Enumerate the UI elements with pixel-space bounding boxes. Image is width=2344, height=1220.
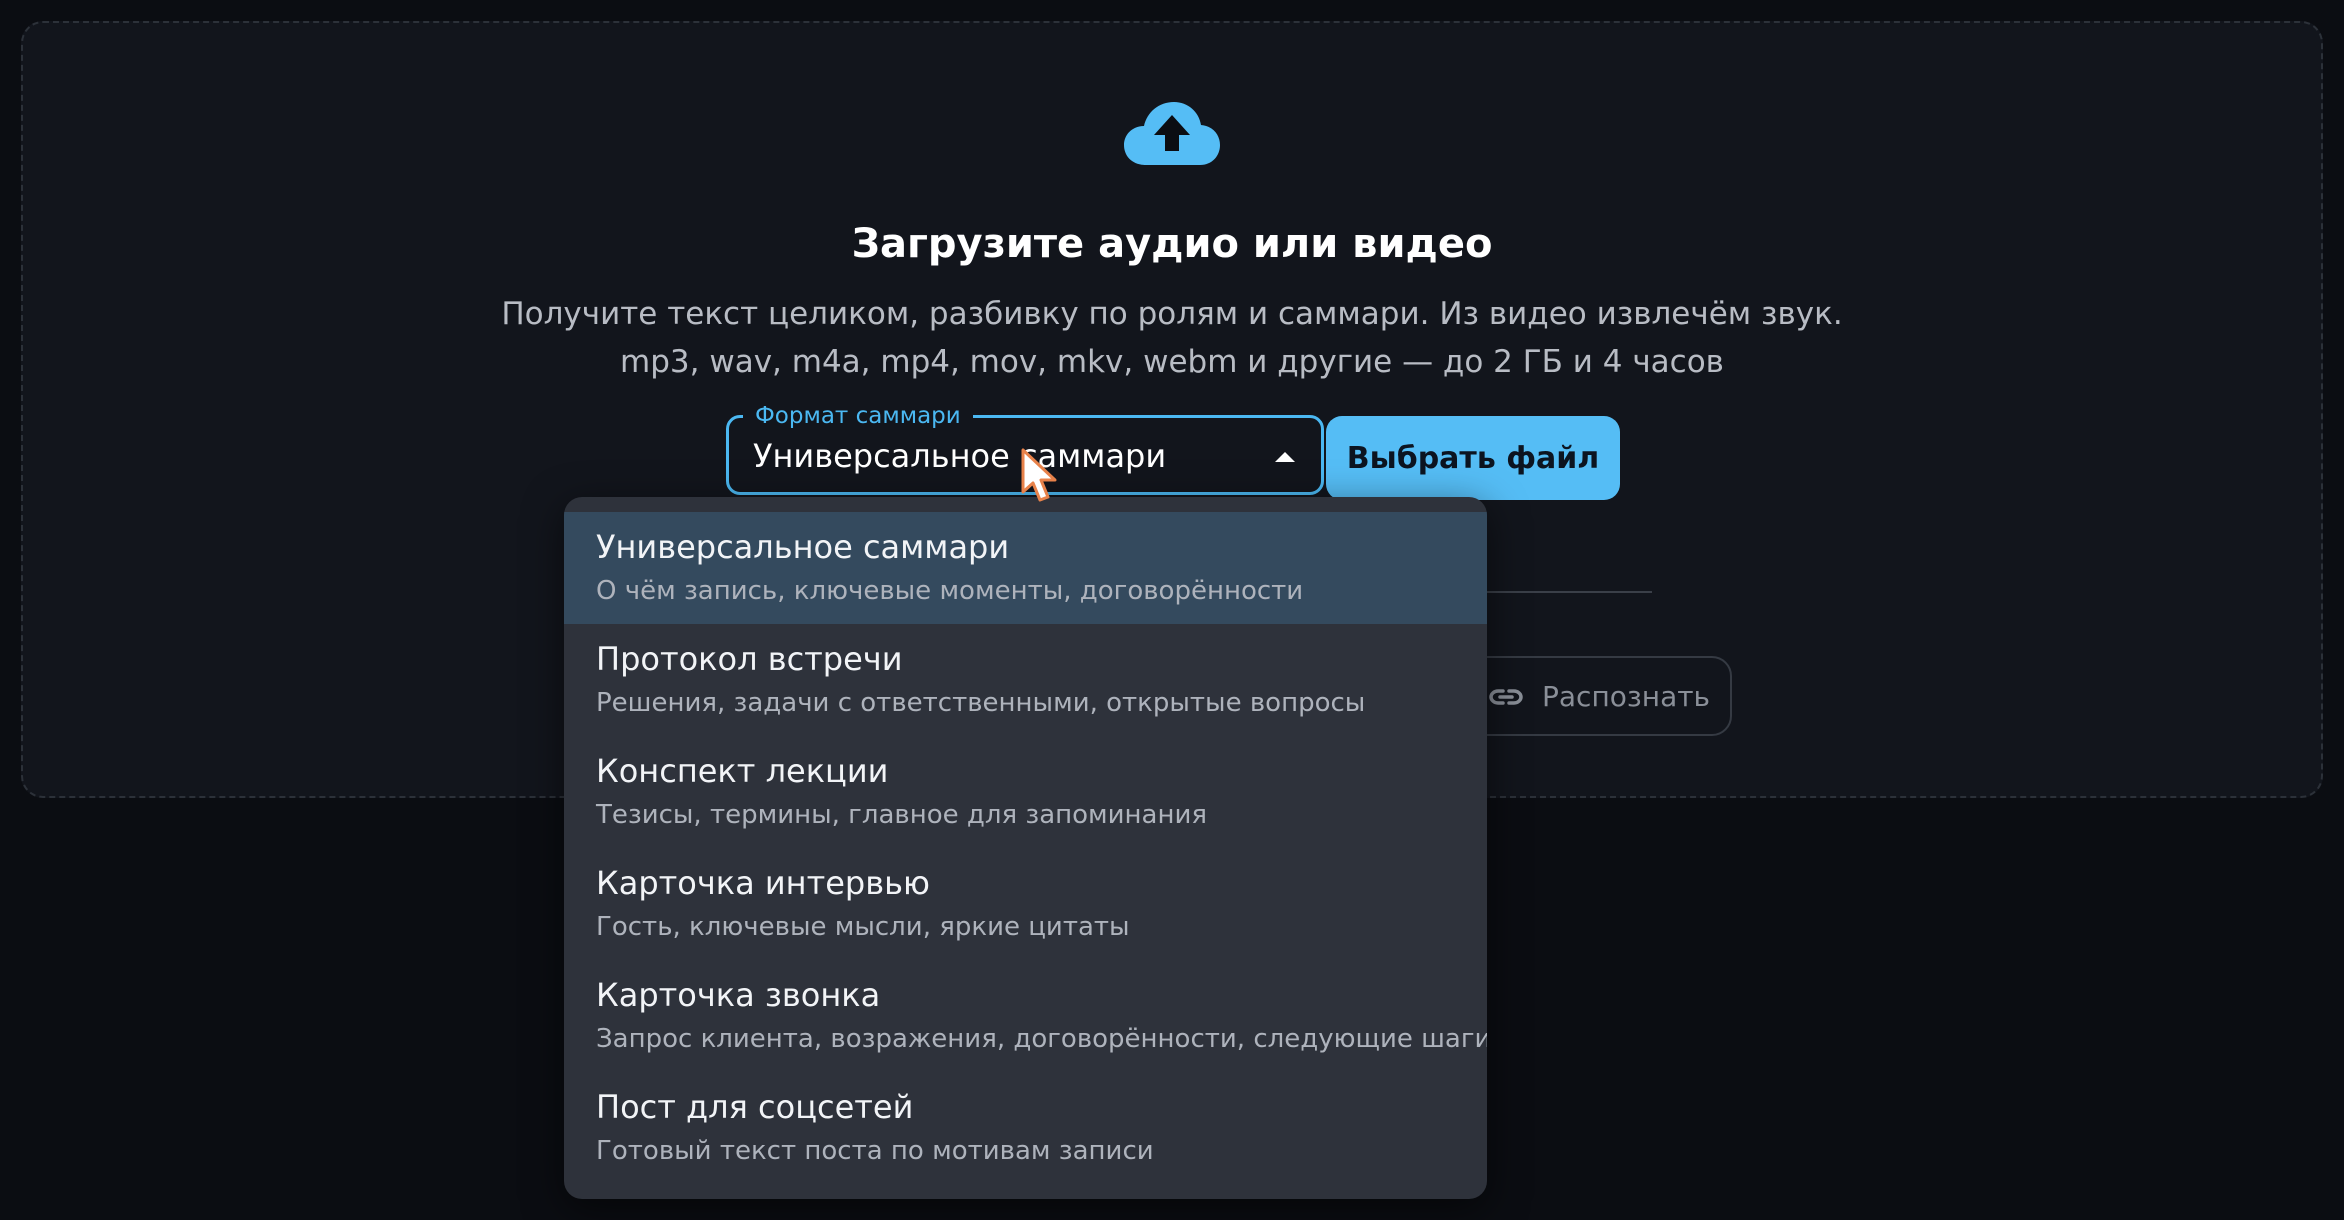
url-input-underline[interactable] [1460, 591, 1652, 593]
option-description: Гость, ключевые мысли, яркие цитаты [596, 912, 1130, 942]
option-interview-card[interactable]: Карточка интервью Гость, ключевые мысли,… [564, 848, 1487, 960]
option-description: Запрос клиента, возражения, договорённос… [596, 1024, 1487, 1054]
link-icon [1489, 689, 1523, 705]
summary-format-select[interactable]: Формат саммари Универсальное саммари [726, 402, 1324, 495]
option-title: Карточка интервью [596, 864, 930, 902]
summary-format-label: Формат саммари [743, 402, 973, 430]
summary-format-dropdown: Универсальное саммари О чём запись, ключ… [564, 497, 1487, 1199]
upload-subtitle: Получите текст целиком, разбивку по роля… [501, 296, 1843, 332]
option-description: Решения, задачи с ответственными, открыт… [596, 688, 1366, 718]
summary-format-value: Универсальное саммари [753, 437, 1167, 475]
option-social-post[interactable]: Пост для соцсетей Готовый текст поста по… [564, 1072, 1487, 1184]
option-description: Готовый текст поста по мотивам записи [596, 1136, 1154, 1166]
option-meeting-protocol[interactable]: Протокол встречи Решения, задачи с ответ… [564, 624, 1487, 736]
caret-up-icon [1275, 452, 1295, 462]
option-title: Протокол встречи [596, 640, 903, 678]
option-universal-summary[interactable]: Универсальное саммари О чём запись, ключ… [564, 512, 1487, 624]
option-description: О чём запись, ключевые моменты, договорё… [596, 576, 1304, 606]
recognize-label: Распознать [1542, 680, 1711, 713]
upload-title: Загрузите аудио или видео [851, 221, 1493, 267]
option-title: Универсальное саммари [596, 528, 1010, 566]
option-lecture-notes[interactable]: Конспект лекции Тезисы, термины, главное… [564, 736, 1487, 848]
cloud-upload-icon [1124, 102, 1220, 165]
supported-formats: mp3, wav, m4a, mp4, mov, mkv, webm и дру… [620, 344, 1724, 380]
option-description: Тезисы, термины, главное для запоминания [596, 800, 1208, 830]
option-call-card[interactable]: Карточка звонка Запрос клиента, возражен… [564, 960, 1487, 1072]
option-title: Пост для соцсетей [596, 1088, 914, 1126]
option-title: Конспект лекции [596, 752, 889, 790]
option-title: Карточка звонка [596, 976, 881, 1014]
choose-file-button[interactable]: Выбрать файл [1326, 416, 1620, 500]
